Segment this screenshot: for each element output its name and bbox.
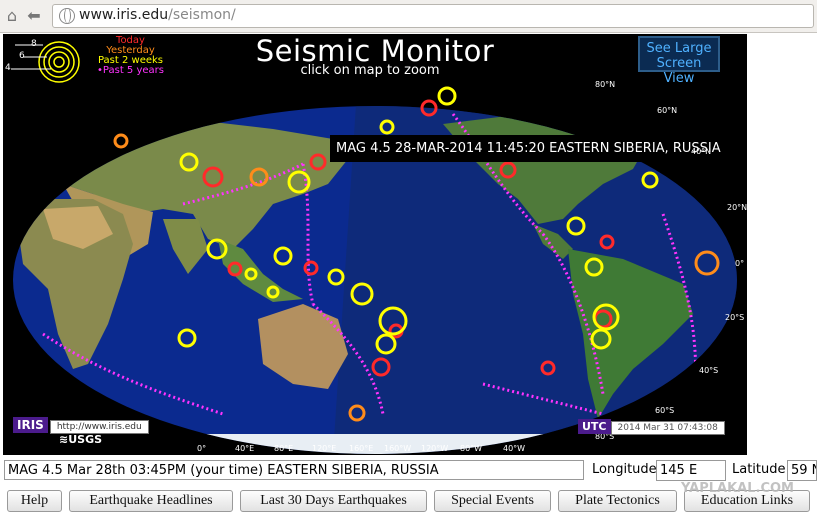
lat-tick: 40°S <box>699 366 719 375</box>
land-antarctica <box>13 434 737 454</box>
url-text: www.iris.edu/seismon/ <box>79 7 236 23</box>
home-icon[interactable]: ⌂ <box>2 6 22 26</box>
latitude-label: Latitude <box>732 462 786 477</box>
earthquake-headlines-button[interactable]: Earthquake Headlines <box>69 490 233 512</box>
lon-tick: 160°E <box>349 444 374 453</box>
iris-credit: IRIS http://www.iris.edu <box>13 416 149 434</box>
lat-tick: 60°N <box>657 106 678 115</box>
lat-tick: 20°N <box>727 203 747 212</box>
special-events-button[interactable]: Special Events <box>434 490 551 512</box>
lon-tick: 80°W <box>460 444 483 453</box>
event-status-field[interactable]: MAG 4.5 Mar 28th 03:45PM (your time) EAS… <box>4 460 584 480</box>
lon-tick: 120°E <box>312 444 337 453</box>
watermark: YAPLAKAL.COM <box>681 481 794 496</box>
see-large-screen-view-button[interactable]: See Large Screen View <box>638 36 720 86</box>
globe-icon <box>59 8 75 24</box>
back-arrow-icon[interactable]: ⬅ <box>24 6 44 26</box>
lon-tick: 80°E <box>274 444 294 453</box>
lat-tick: 60°S <box>655 406 675 415</box>
address-bar[interactable]: www.iris.edu/seismon/ <box>52 4 814 28</box>
longitude-label: Longitude <box>592 462 657 477</box>
iris-logo: IRIS <box>13 417 48 433</box>
lat-tick: 80°N <box>595 80 616 89</box>
url-host: www.iris.edu <box>79 7 169 23</box>
help-button[interactable]: Help <box>7 490 62 512</box>
latitude-field[interactable]: 59 N <box>787 460 817 481</box>
lon-tick: 0° <box>197 444 207 453</box>
lat-tick: 20°S <box>725 313 745 322</box>
plate-tectonics-button[interactable]: Plate Tectonics <box>558 490 677 512</box>
lat-tick: 0° <box>735 259 745 268</box>
utc-label: UTC <box>578 419 611 434</box>
utc-clock: UTC 2014 Mar 31 07:43:08 <box>578 417 725 435</box>
page-subtitle: click on map to zoom <box>300 63 440 78</box>
earthquake-tooltip: MAG 4.5 28-MAR-2014 11:45:20 EASTERN SIB… <box>330 135 727 162</box>
lon-tick: 120°W <box>421 444 449 453</box>
utc-time: 2014 Mar 31 07:43:08 <box>610 421 725 435</box>
browser-toolbar: ⌂ ⬅ www.iris.edu/seismon/ <box>0 0 817 33</box>
iris-link[interactable]: http://www.iris.edu <box>49 420 149 434</box>
url-path: /seismon/ <box>168 7 236 23</box>
lat-tick: 40°N <box>691 147 712 156</box>
longitude-field[interactable]: 145 E <box>656 460 726 481</box>
lon-tick: 40°W <box>503 444 526 453</box>
lon-tick: 40°E <box>235 444 255 453</box>
usgs-logo: ≋USGS <box>59 433 103 446</box>
last-30-days-earthquakes-button[interactable]: Last 30 Days Earthquakes <box>240 490 427 512</box>
lon-tick: 160°W <box>384 444 412 453</box>
world-map[interactable] <box>3 34 747 455</box>
seismic-monitor-map[interactable]: 8 6 4 Today Yesterday Past 2 weeks •Past… <box>3 34 747 455</box>
